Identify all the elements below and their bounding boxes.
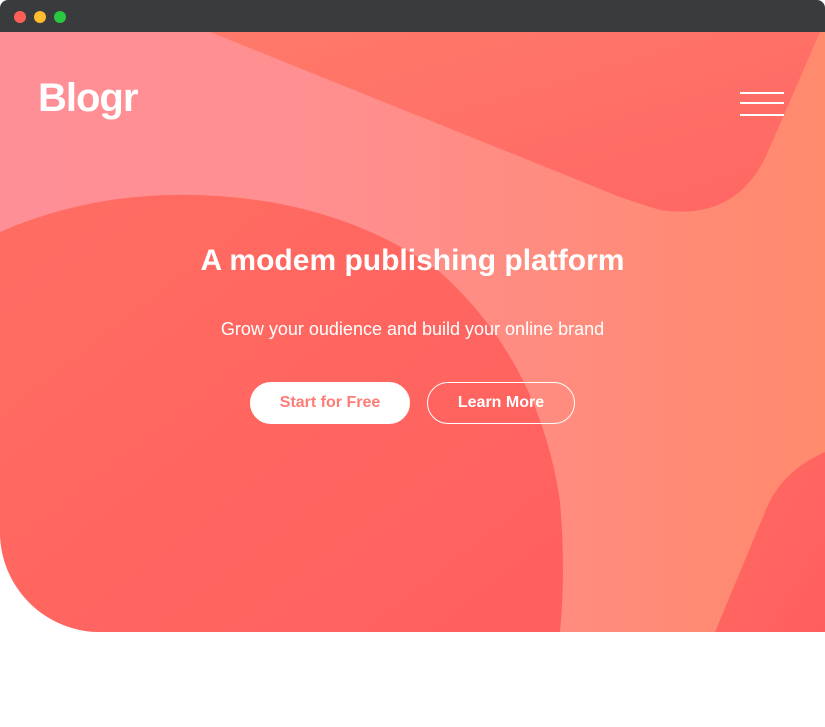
top-decorative-shape: [210, 32, 820, 212]
window-titlebar: [0, 0, 825, 32]
learn-more-button[interactable]: Learn More: [427, 382, 575, 424]
hero-section: Blogr A modem publishing platform Grow y…: [0, 32, 825, 632]
hero-title: A modem publishing platform: [200, 244, 625, 277]
menu-line: [740, 92, 784, 94]
start-for-free-button[interactable]: Start for Free: [250, 382, 410, 424]
menu-line: [740, 102, 784, 104]
maximize-window-button[interactable]: [54, 11, 66, 23]
hero-subtitle: Grow your oudience and build your online…: [220, 319, 605, 339]
logo[interactable]: Blogr: [38, 76, 138, 121]
menu-line: [740, 114, 784, 116]
close-window-button[interactable]: [14, 11, 26, 23]
bottom-right-decorative-shape: [715, 452, 825, 632]
hamburger-menu-icon[interactable]: [740, 90, 786, 118]
minimize-window-button[interactable]: [34, 11, 46, 23]
